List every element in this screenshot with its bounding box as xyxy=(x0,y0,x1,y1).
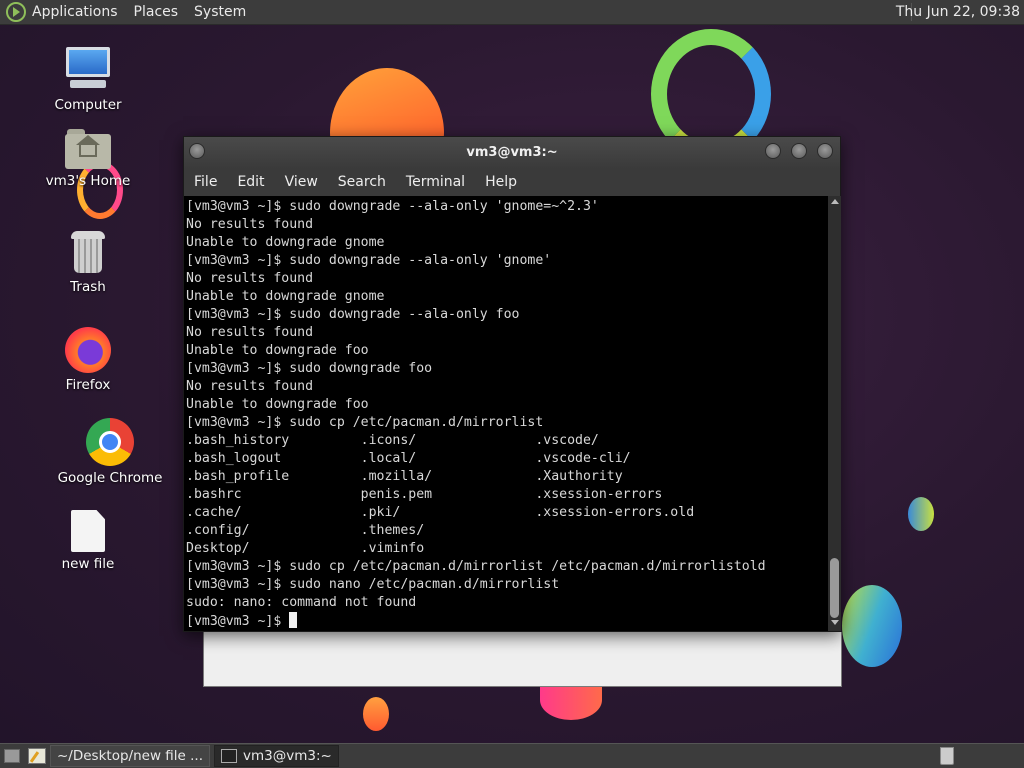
scroll-up-icon[interactable] xyxy=(831,199,839,204)
trash-icon xyxy=(69,229,107,275)
taskbar-item-label: vm3@vm3:~ xyxy=(243,748,332,764)
computer-icon xyxy=(64,47,112,93)
wallpaper-orange-dot xyxy=(363,697,389,731)
terminal-scrollbar[interactable] xyxy=(828,196,841,631)
home-folder-icon xyxy=(65,129,111,169)
terminal-line: Desktop/ .viminfo xyxy=(186,541,425,556)
menu-file[interactable]: File xyxy=(194,174,217,190)
terminal-line: Unable to downgrade foo xyxy=(186,343,369,358)
terminal-line: Unable to downgrade foo xyxy=(186,397,369,412)
menu-terminal[interactable]: Terminal xyxy=(406,174,465,190)
terminal-line: [vm3@vm3 ~]$ sudo cp /etc/pacman.d/mirro… xyxy=(186,559,766,574)
scroll-down-icon[interactable] xyxy=(831,620,839,625)
wallpaper-capsule xyxy=(908,497,934,531)
minimize-icon[interactable] xyxy=(765,143,781,159)
terminal-line: [vm3@vm3 ~]$ sudo cp /etc/pacman.d/mirro… xyxy=(186,415,544,430)
terminal-line: .bash_logout .local/ .vscode-cli/ xyxy=(186,451,631,466)
menu-search[interactable]: Search xyxy=(338,174,386,190)
scrollbar-thumb[interactable] xyxy=(830,558,839,618)
terminal-line: .bash_history .icons/ .vscode/ xyxy=(186,433,599,448)
window-title: vm3@vm3:~ xyxy=(466,145,558,160)
firefox-icon xyxy=(65,327,111,373)
distro-logo-icon[interactable] xyxy=(6,2,26,22)
terminal-line: .bash_profile .mozilla/ .Xauthority xyxy=(186,469,623,484)
terminal-prompt-line[interactable]: [vm3@vm3 ~]$ xyxy=(186,612,828,631)
terminal-line: .cache/ .pki/ .xsession-errors.old xyxy=(186,505,695,520)
terminal-line: No results found xyxy=(186,217,314,232)
maximize-icon[interactable] xyxy=(791,143,807,159)
close-icon[interactable] xyxy=(817,143,833,159)
wallpaper-blue-ball xyxy=(842,585,902,667)
terminal-icon xyxy=(221,749,238,763)
terminal-line: .config/ .themes/ xyxy=(186,523,425,538)
terminal-line: sudo: nano: command not found xyxy=(186,595,417,610)
desktop-icon-new-file[interactable]: new file xyxy=(28,510,148,572)
menu-view[interactable]: View xyxy=(285,174,318,190)
taskbar-item-editor[interactable]: ~/Desktop/new file ... xyxy=(50,745,211,767)
terminal-line: [vm3@vm3 ~]$ sudo downgrade --ala-only '… xyxy=(186,253,552,268)
taskbar-item-label: ~/Desktop/new file ... xyxy=(57,748,204,764)
text-editor-launcher-icon[interactable] xyxy=(28,748,46,764)
desktop-icon-label: vm3's Home xyxy=(45,173,131,189)
desktop-icon-firefox[interactable]: Firefox xyxy=(28,327,148,393)
places-menu[interactable]: Places xyxy=(134,4,179,20)
terminal-line: [vm3@vm3 ~]$ sudo downgrade --ala-only f… xyxy=(186,307,520,322)
bottom-panel: ~/Desktop/new file ... vm3@vm3:~ xyxy=(0,743,1024,768)
menu-help[interactable]: Help xyxy=(485,174,517,190)
desktop-icon-label: Firefox xyxy=(65,377,111,393)
chrome-icon xyxy=(86,418,134,466)
terminal-titlebar[interactable]: vm3@vm3:~ xyxy=(184,137,840,169)
desktop-icon-trash[interactable]: Trash xyxy=(28,229,148,295)
terminal-line: [vm3@vm3 ~]$ sudo downgrade foo xyxy=(186,361,433,376)
desktop-icon-label: Google Chrome xyxy=(57,470,163,486)
clock[interactable]: Thu Jun 22, 09:38 xyxy=(896,4,1020,20)
terminal-window[interactable]: vm3@vm3:~ File Edit View Search Terminal… xyxy=(183,136,841,632)
terminal-prompt: [vm3@vm3 ~]$ xyxy=(186,614,290,629)
terminal-line: No results found xyxy=(186,325,314,340)
file-icon xyxy=(71,510,105,552)
desktop-icon-home[interactable]: vm3's Home xyxy=(28,129,148,189)
terminal-line: [vm3@vm3 ~]$ sudo nano /etc/pacman.d/mir… xyxy=(186,577,560,592)
show-desktop-icon[interactable] xyxy=(4,749,20,763)
terminal-line: No results found xyxy=(186,271,314,286)
text-cursor xyxy=(289,612,298,628)
taskbar-item-terminal[interactable]: vm3@vm3:~ xyxy=(214,745,339,767)
system-menu[interactable]: System xyxy=(194,4,246,20)
terminal-line: .bashrc penis.pem .xsession-errors xyxy=(186,487,663,502)
terminal-output[interactable]: [vm3@vm3 ~]$ sudo downgrade --ala-only '… xyxy=(184,196,828,631)
menu-edit[interactable]: Edit xyxy=(237,174,264,190)
desktop-icon-label: new file xyxy=(61,556,115,572)
desktop-icon-computer[interactable]: Computer xyxy=(28,47,148,113)
top-panel: Applications Places System Thu Jun 22, 0… xyxy=(0,0,1024,25)
desktop-icon-label: Computer xyxy=(54,97,122,113)
background-window[interactable] xyxy=(203,632,842,687)
desktop-icon-chrome[interactable]: Google Chrome xyxy=(50,418,170,486)
trash-applet-icon[interactable] xyxy=(940,747,954,765)
terminal-line: Unable to downgrade gnome xyxy=(186,235,385,250)
desktop-icon-label: Trash xyxy=(70,279,106,295)
applications-menu[interactable]: Applications xyxy=(32,4,118,20)
terminal-line: [vm3@vm3 ~]$ sudo downgrade --ala-only '… xyxy=(186,199,599,214)
terminal-line: No results found xyxy=(186,379,314,394)
terminal-menubar: File Edit View Search Terminal Help xyxy=(184,169,840,195)
terminal-line: Unable to downgrade gnome xyxy=(186,289,385,304)
